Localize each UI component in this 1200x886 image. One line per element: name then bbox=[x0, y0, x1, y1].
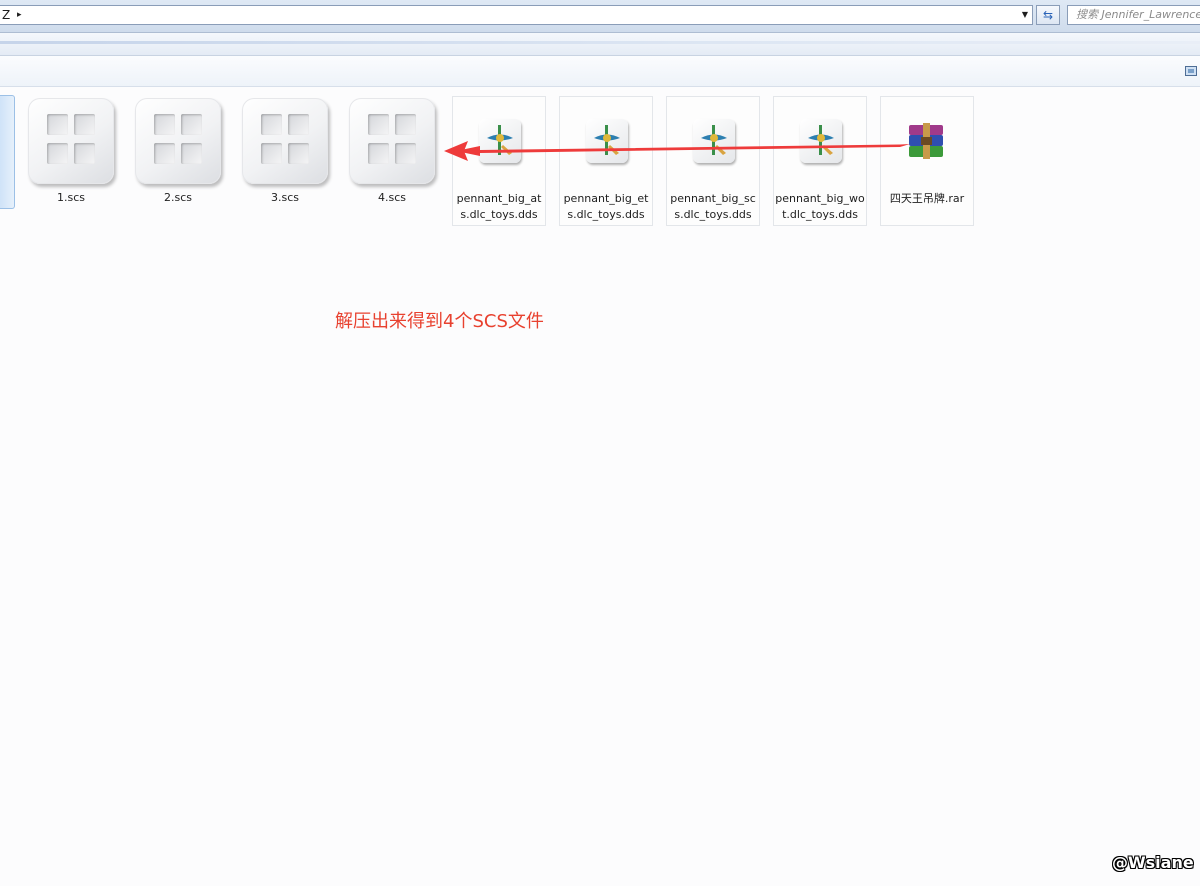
annotation-text: 解压出来得到4个SCS文件 bbox=[335, 311, 544, 332]
scs-file-icon bbox=[349, 98, 435, 184]
file-item-scs[interactable]: 3.scs bbox=[238, 96, 332, 226]
file-name: 4.scs bbox=[377, 191, 406, 204]
address-bar: Z ▸ ▼ ⇆ 搜索 Jennifer_Lawrence bbox=[0, 0, 1200, 33]
file-name: 1.scs bbox=[56, 191, 85, 204]
scs-file-icon bbox=[28, 98, 114, 184]
refresh-button[interactable]: ⇆ bbox=[1036, 5, 1060, 25]
file-name: pennant_big_scs.dlc_toys.dds bbox=[670, 192, 756, 221]
file-name: 2.scs bbox=[163, 191, 192, 204]
file-name: pennant_big_wot.dlc_toys.dds bbox=[775, 192, 865, 221]
preview-pane-icon[interactable] bbox=[1185, 66, 1197, 76]
watermark: @Wsiane bbox=[1112, 853, 1194, 872]
refresh-icon: ⇆ bbox=[1042, 8, 1054, 22]
command-bar-divider bbox=[0, 41, 1200, 44]
breadcrumb[interactable]: Z bbox=[2, 6, 10, 24]
address-input[interactable]: Z ▸ ▼ bbox=[0, 5, 1033, 25]
chevron-down-icon[interactable]: ▼ bbox=[1018, 6, 1032, 24]
search-input[interactable]: 搜索 Jennifer_Lawrence bbox=[1067, 5, 1200, 25]
scs-file-icon bbox=[135, 98, 221, 184]
winrar-archive-icon bbox=[907, 123, 947, 159]
file-item-scs[interactable]: 2.scs bbox=[131, 96, 225, 226]
file-name: 3.scs bbox=[270, 191, 299, 204]
file-item-scs[interactable]: 1.scs bbox=[24, 96, 118, 226]
navigation-pane[interactable] bbox=[0, 95, 15, 209]
file-name: pennant_big_ats.dlc_toys.dds bbox=[456, 192, 542, 221]
file-name: 四天王吊牌.rar bbox=[889, 192, 965, 205]
view-header bbox=[0, 56, 1200, 87]
file-name: pennant_big_ets.dlc_toys.dds bbox=[563, 192, 649, 221]
breadcrumb-chevron-icon[interactable]: ▸ bbox=[17, 6, 22, 24]
annotation-arrow bbox=[444, 141, 910, 161]
command-bar bbox=[0, 33, 1200, 56]
scs-file-icon bbox=[242, 98, 328, 184]
file-item-scs[interactable]: 4.scs bbox=[345, 96, 439, 226]
